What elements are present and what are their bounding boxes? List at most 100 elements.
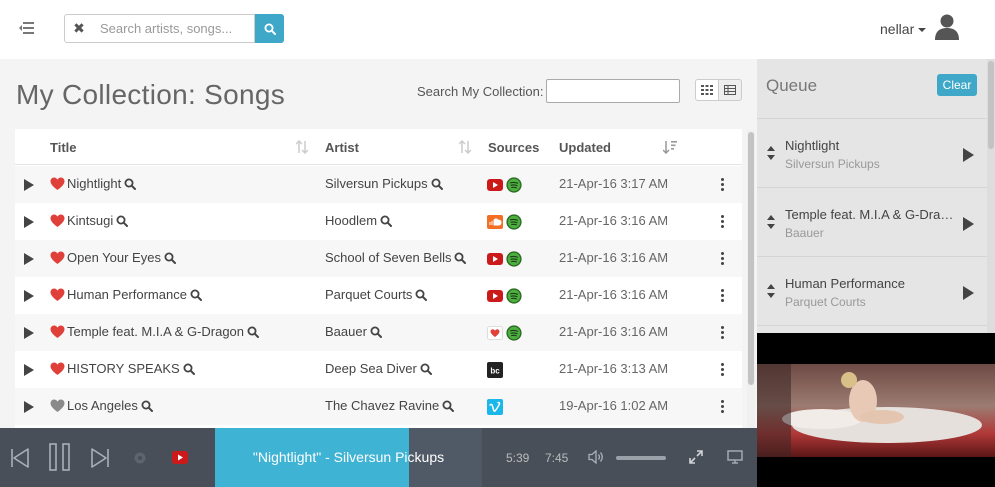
more-options-icon[interactable] [719,215,725,229]
youtube-icon[interactable] [487,288,503,304]
display-icon[interactable] [727,450,743,464]
song-artist[interactable]: Parquet Courts [325,287,428,302]
table-row[interactable]: Los Angeles The Chavez Ravine 19-Apr-16 1:… [15,388,742,425]
play-icon[interactable] [24,364,34,376]
table-row[interactable]: Temple feat. M.I.A & G-Dragon Baauer 21-Ap… [15,314,742,351]
song-artist[interactable]: School of Seven Bells [325,250,467,265]
search-button[interactable] [255,14,284,43]
next-track-icon[interactable] [90,448,110,468]
more-options-icon[interactable] [719,289,725,303]
play-icon[interactable] [24,216,34,228]
play-icon[interactable] [24,179,34,191]
search-icon[interactable] [454,252,467,264]
spotify-icon[interactable] [506,251,522,267]
user-menu-name[interactable]: nellar [880,21,914,37]
sort-icon[interactable] [296,140,308,154]
volume-icon[interactable] [588,450,604,464]
heart-icon[interactable] [50,214,65,228]
song-artist[interactable]: Baauer [325,324,382,339]
song-artist[interactable]: Deep Sea Diver [325,361,432,376]
hype-machine-icon[interactable] [487,325,503,341]
search-icon[interactable] [183,363,195,375]
search-icon[interactable] [442,400,455,412]
search-icon[interactable] [247,326,260,338]
play-icon[interactable] [963,148,974,162]
queue-scrollbar[interactable] [987,59,995,333]
heart-icon[interactable] [50,325,65,339]
search-clear-button[interactable]: ✖ [64,14,94,43]
heart-icon[interactable] [50,362,65,376]
table-row[interactable]: HISTORY SPEAKS Deep Sea Diver bc 21-Apr-16 … [15,351,742,388]
spotify-icon[interactable] [506,214,522,230]
collection-search-input[interactable] [546,79,680,103]
heart-icon[interactable] [50,288,65,302]
queue-item[interactable]: Open Your Eyes [757,325,987,333]
collection-scrollbar[interactable] [747,130,755,428]
caret-down-icon[interactable] [918,28,926,32]
song-artist[interactable]: Silversun Pickups [325,176,443,191]
video-player[interactable] [757,333,995,487]
reorder-icon[interactable] [767,146,775,160]
spotify-icon[interactable] [506,325,522,341]
play-icon[interactable] [963,286,974,300]
table-row[interactable]: Nightlight Silversun Pickups 21-Apr-16 3:1… [15,166,742,203]
queue-item[interactable]: Temple feat. M.I.A & G-Drag... Baauer [757,187,987,256]
fullscreen-icon[interactable] [689,450,703,464]
search-icon[interactable] [124,178,137,190]
vimeo-icon[interactable] [487,399,503,415]
more-options-icon[interactable] [719,178,725,192]
youtube-icon[interactable] [172,451,188,464]
song-title[interactable]: Human Performance [67,287,202,302]
search-icon[interactable] [190,289,202,301]
youtube-icon[interactable] [487,251,503,267]
search-icon[interactable] [415,289,428,301]
sort-desc-icon[interactable] [663,140,677,154]
search-icon[interactable] [431,178,443,190]
song-title[interactable]: Open Your Eyes [67,250,176,265]
record-icon[interactable] [134,452,146,464]
search-icon[interactable] [116,215,129,227]
youtube-icon[interactable] [487,177,503,193]
table-row[interactable]: Human Performance Parquet Courts 21-Apr-16… [15,277,742,314]
sidebar-toggle-icon[interactable] [19,22,35,35]
song-title[interactable]: Kintsugi [67,213,129,228]
more-options-icon[interactable] [719,363,725,377]
column-header-artist[interactable]: Artist [325,140,359,155]
more-options-icon[interactable] [719,252,725,266]
search-icon[interactable] [164,252,176,264]
heart-icon[interactable] [50,177,65,191]
pause-icon[interactable] [49,443,71,471]
queue-item[interactable]: Nightlight Silversun Pickups [757,118,987,187]
volume-slider[interactable] [616,456,666,460]
queue-clear-button[interactable]: Clear [937,74,977,96]
table-row[interactable]: Open Your Eyes School of Seven Bells 21-Ap… [15,240,742,277]
grid-view-button[interactable] [695,79,719,101]
song-artist[interactable]: The Chavez Ravine [325,398,455,413]
song-title[interactable]: HISTORY SPEAKS [67,361,195,376]
heart-icon[interactable] [50,399,65,413]
search-icon[interactable] [370,326,382,338]
song-title[interactable]: Nightlight [67,176,137,191]
queue-item[interactable]: Human Performance Parquet Courts [757,256,987,325]
more-options-icon[interactable] [719,400,725,414]
play-icon[interactable] [24,290,34,302]
column-header-updated[interactable]: Updated [559,140,611,155]
play-icon[interactable] [24,253,34,265]
more-options-icon[interactable] [719,326,725,340]
song-title[interactable]: Temple feat. M.I.A & G-Dragon [67,324,260,339]
now-playing-bar[interactable]: "Nightlight" - Silversun Pickups [215,428,482,487]
previous-track-icon[interactable] [10,448,30,468]
user-avatar-icon[interactable] [935,14,959,40]
search-icon[interactable] [380,215,393,227]
play-icon[interactable] [963,217,974,231]
search-icon[interactable] [420,363,432,375]
song-title[interactable]: Los Angeles [67,398,153,413]
table-view-button[interactable] [718,79,742,101]
column-header-title[interactable]: Title [50,140,77,155]
search-input[interactable] [93,14,255,43]
song-artist[interactable]: Hoodlem [325,213,393,228]
search-icon[interactable] [141,400,153,412]
spotify-icon[interactable] [506,288,522,304]
soundcloud-icon[interactable] [487,214,503,230]
table-row[interactable]: Kintsugi Hoodlem 21-Apr-16 3:16 AM [15,203,742,240]
